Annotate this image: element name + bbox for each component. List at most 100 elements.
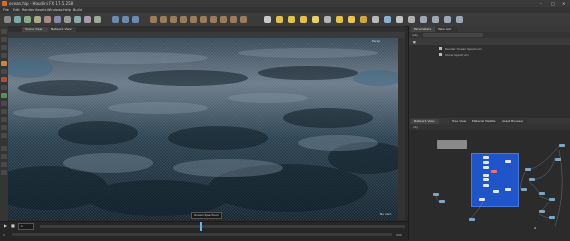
snap-tool-icon[interactable] — [1, 93, 7, 98]
shelf-switcher-icon[interactable] — [444, 16, 451, 23]
shelf-point-light-icon[interactable] — [276, 16, 283, 23]
magnet-tool-icon[interactable] — [1, 133, 7, 138]
maximize-button[interactable]: □ — [551, 1, 555, 6]
shelf-vr-camera-icon[interactable] — [432, 16, 439, 23]
shelf-caustic-light-icon[interactable] — [384, 16, 391, 23]
pivot-tool-icon[interactable] — [1, 117, 7, 122]
network-path[interactable]: obj — [413, 125, 418, 129]
shelf-stereo-camera-icon[interactable] — [420, 16, 427, 23]
menu-windows[interactable]: Windows — [47, 8, 63, 12]
wire-tool-icon[interactable] — [1, 154, 7, 159]
shelf-tool3-icon[interactable] — [230, 16, 237, 23]
menu-help[interactable]: Help — [63, 8, 71, 12]
frame-field[interactable]: 1 — [18, 223, 34, 230]
params-node-type: ■ — [413, 40, 416, 44]
shelf-sphere-icon[interactable] — [14, 16, 21, 23]
move-tool-icon[interactable] — [1, 37, 7, 42]
shelf-metaball-icon[interactable] — [170, 16, 177, 23]
tooltip: Ocean Spectrum — [191, 212, 223, 219]
menu-render[interactable]: Render — [22, 8, 34, 12]
shelf-environment-light-icon[interactable] — [348, 16, 355, 23]
shelf-helix-icon[interactable] — [200, 16, 207, 23]
tab-asset-browser-label: Asset Browser — [502, 119, 524, 123]
shelf-lsystem-icon[interactable] — [160, 16, 167, 23]
display-tool-icon[interactable] — [1, 146, 7, 151]
scale-tool-icon[interactable] — [1, 53, 7, 58]
viewport-display-toolbar — [398, 38, 405, 220]
shelf-spiral-icon[interactable] — [190, 16, 197, 23]
show-spectrum-label: Show Spectrum — [445, 53, 469, 57]
brush-tool-icon[interactable] — [1, 101, 7, 106]
render-region-icon[interactable] — [1, 77, 7, 82]
minimize-button[interactable]: – — [540, 1, 542, 6]
tab-scene-view-label: Scene View — [25, 27, 43, 31]
paint-tool-icon[interactable] — [1, 109, 7, 114]
viewport-camera-label[interactable]: Persp — [372, 39, 380, 43]
shelf-box-icon[interactable] — [4, 16, 11, 23]
ghost-tool-icon[interactable] — [1, 170, 7, 175]
view-tool-icon[interactable] — [1, 85, 7, 90]
shelf-line-icon[interactable] — [64, 16, 71, 23]
shelf-circle-icon[interactable] — [74, 16, 81, 23]
tab-network-view-label: Network View — [51, 27, 72, 31]
align-tool-icon[interactable] — [1, 125, 7, 130]
playhead[interactable] — [200, 222, 202, 231]
tab-take-list-label: Take List — [438, 27, 451, 31]
shelf-path-icon[interactable] — [94, 16, 101, 23]
shelf-curve-icon[interactable] — [84, 16, 91, 23]
shelf-tool2-icon[interactable] — [220, 16, 227, 23]
rotate-tool-icon[interactable] — [1, 45, 7, 50]
shelf-distant-light-icon[interactable] — [336, 16, 343, 23]
menu-edit[interactable]: Edit — [13, 8, 20, 12]
shelf-gi-light-icon[interactable] — [372, 16, 379, 23]
shelf-geometry-light-icon[interactable] — [312, 16, 319, 23]
pose-tool-icon[interactable] — [1, 69, 7, 74]
shelf-ambient-light-icon[interactable] — [408, 16, 415, 23]
range-slider[interactable] — [12, 233, 392, 236]
shelf-grid-icon[interactable] — [44, 16, 51, 23]
shelf-gamepad-camera-icon[interactable] — [456, 16, 463, 23]
ocean-surface — [8, 38, 398, 220]
params-node-path[interactable]: /obj — [412, 33, 418, 37]
stop-icon[interactable]: ■ — [11, 224, 15, 228]
shelf-tool4-icon[interactable] — [240, 16, 247, 23]
shelf-spray-icon[interactable] — [122, 16, 129, 23]
shelf-draw-icon[interactable] — [112, 16, 119, 23]
shelf-sky-light-icon[interactable] — [360, 16, 367, 23]
shelf-camera-icon[interactable] — [264, 16, 271, 23]
show-spectrum-checkbox[interactable] — [439, 53, 442, 56]
shelf-tube-icon[interactable] — [24, 16, 31, 23]
playbar: ▶ ■ 1 1 240 — [0, 221, 408, 241]
close-button[interactable]: ✕ — [562, 1, 565, 6]
shelf-portal-light-icon[interactable] — [396, 16, 403, 23]
menu-file[interactable]: File — [3, 8, 9, 12]
shelf-platonic-icon[interactable] — [150, 16, 157, 23]
shelf-volume-light-icon[interactable] — [324, 16, 331, 23]
shelf-torus-icon[interactable] — [34, 16, 41, 23]
menu-build[interactable]: Build — [73, 8, 82, 12]
network-wires — [435, 145, 563, 227]
tab-tree-view-label: Tree View — [452, 119, 467, 123]
play-icon[interactable]: ▶ — [4, 224, 7, 228]
scene-viewport[interactable]: Persp No cam — [8, 38, 398, 220]
viewport-cam-menu[interactable]: No cam — [380, 212, 391, 216]
render-spectrum-checkbox[interactable] — [439, 47, 442, 50]
shelf-file-icon[interactable] — [180, 16, 187, 23]
shelf-tool-icon[interactable] — [210, 16, 217, 23]
path-field[interactable] — [423, 33, 483, 37]
start-frame[interactable]: 1 — [3, 233, 5, 237]
handle-tool-icon[interactable] — [1, 61, 7, 66]
shelf-area-light-icon[interactable] — [300, 16, 307, 23]
houdini-logo-icon — [2, 1, 7, 6]
home-icon[interactable]: ⌂ — [534, 226, 537, 230]
frame-field-value: 1 — [21, 224, 23, 228]
title-bar: ocean.hip - Houdini FX 17.5.258 – □ ✕ — [0, 0, 570, 7]
shelf-null-icon[interactable] — [54, 16, 61, 23]
shelf-spot-light-icon[interactable] — [288, 16, 295, 23]
shelf-font-icon[interactable] — [132, 16, 139, 23]
end-frame[interactable]: 240 — [396, 233, 402, 237]
shade-tool-icon[interactable] — [1, 162, 7, 167]
timeline-track[interactable] — [40, 225, 405, 228]
select-tool-icon[interactable] — [1, 29, 7, 34]
menu-assets[interactable]: Assets — [35, 8, 46, 12]
